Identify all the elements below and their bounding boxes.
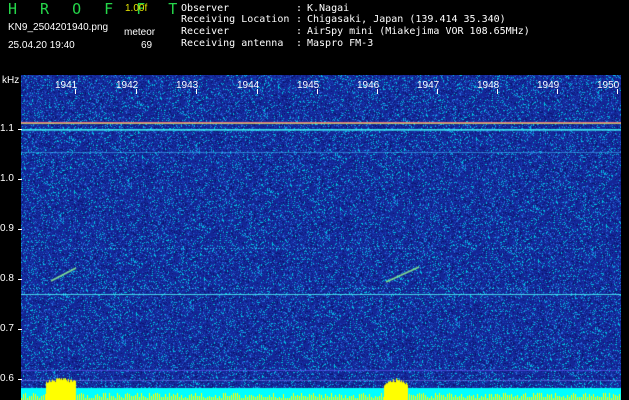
y-tick-mark bbox=[18, 179, 22, 180]
info-sep: : bbox=[296, 3, 303, 14]
x-tick-mark bbox=[75, 89, 76, 94]
app-title: H R O F F T bbox=[8, 0, 185, 18]
y-tick-label: 1.0 bbox=[0, 173, 14, 184]
info-key-location: Receiving Location bbox=[181, 14, 290, 25]
y-tick-mark bbox=[18, 279, 22, 280]
x-tick-label: 1949 bbox=[537, 80, 560, 91]
info-sep: : bbox=[296, 38, 303, 49]
x-tick-mark bbox=[257, 89, 258, 94]
y-tick-label: 0.6 bbox=[0, 373, 14, 384]
x-tick-label: 1942 bbox=[116, 80, 139, 91]
x-tick-mark bbox=[136, 89, 137, 94]
info-key-observer: Observer bbox=[181, 3, 230, 14]
y-tick-label: 0.8 bbox=[0, 273, 14, 284]
version-label: 1.00f bbox=[125, 3, 148, 14]
x-tick-mark bbox=[196, 89, 197, 94]
x-tick-label: 1946 bbox=[357, 80, 380, 91]
x-tick-label: 1950 bbox=[597, 80, 620, 91]
y-tick-mark bbox=[18, 229, 22, 230]
spectrogram-canvas bbox=[21, 75, 621, 400]
info-value-location: Chigasaki, Japan (139.414 35.340) bbox=[307, 14, 506, 25]
x-tick-label: 1948 bbox=[477, 80, 500, 91]
x-tick-mark bbox=[557, 89, 558, 94]
filename-label: KN9_2504201940.png bbox=[8, 22, 109, 33]
x-tick-label: 1943 bbox=[176, 80, 199, 91]
meteor-label: meteor bbox=[124, 27, 156, 38]
x-tick-label: 1947 bbox=[417, 80, 440, 91]
x-tick-mark bbox=[377, 89, 378, 94]
x-tick-label: 1945 bbox=[297, 80, 320, 91]
info-sep: : bbox=[296, 26, 303, 37]
header-panel: H R O F F T 1.00f KN9_2504201940.png met… bbox=[0, 0, 629, 75]
x-tick-mark bbox=[437, 89, 438, 94]
x-tick-label: 1944 bbox=[237, 80, 260, 91]
y-tick-label: 1.1 bbox=[0, 123, 14, 134]
y-tick-label: 0.7 bbox=[0, 323, 14, 334]
meteor-count: 69 bbox=[141, 40, 153, 51]
x-tick-mark bbox=[497, 89, 498, 94]
y-tick-label: 0.9 bbox=[0, 223, 14, 234]
y-tick-mark bbox=[18, 129, 22, 130]
y-tick-mark bbox=[18, 329, 22, 330]
datetime-label: 25.04.20 19:40 bbox=[8, 40, 75, 51]
info-value-antenna: Maspro FM-3 bbox=[307, 38, 374, 49]
info-key-antenna: Receiving antenna bbox=[181, 38, 284, 49]
x-tick-label: 1941 bbox=[55, 80, 78, 91]
x-tick-mark bbox=[317, 89, 318, 94]
info-value-observer: K.Nagai bbox=[307, 3, 350, 14]
info-value-receiver: AirSpy mini (Miakejima VOR 108.65MHz) bbox=[307, 26, 530, 37]
info-key-receiver: Receiver bbox=[181, 26, 230, 37]
x-tick-mark bbox=[617, 89, 618, 94]
info-sep: : bbox=[296, 14, 303, 25]
y-tick-mark bbox=[18, 379, 22, 380]
frequency-unit: kHz bbox=[2, 75, 20, 86]
